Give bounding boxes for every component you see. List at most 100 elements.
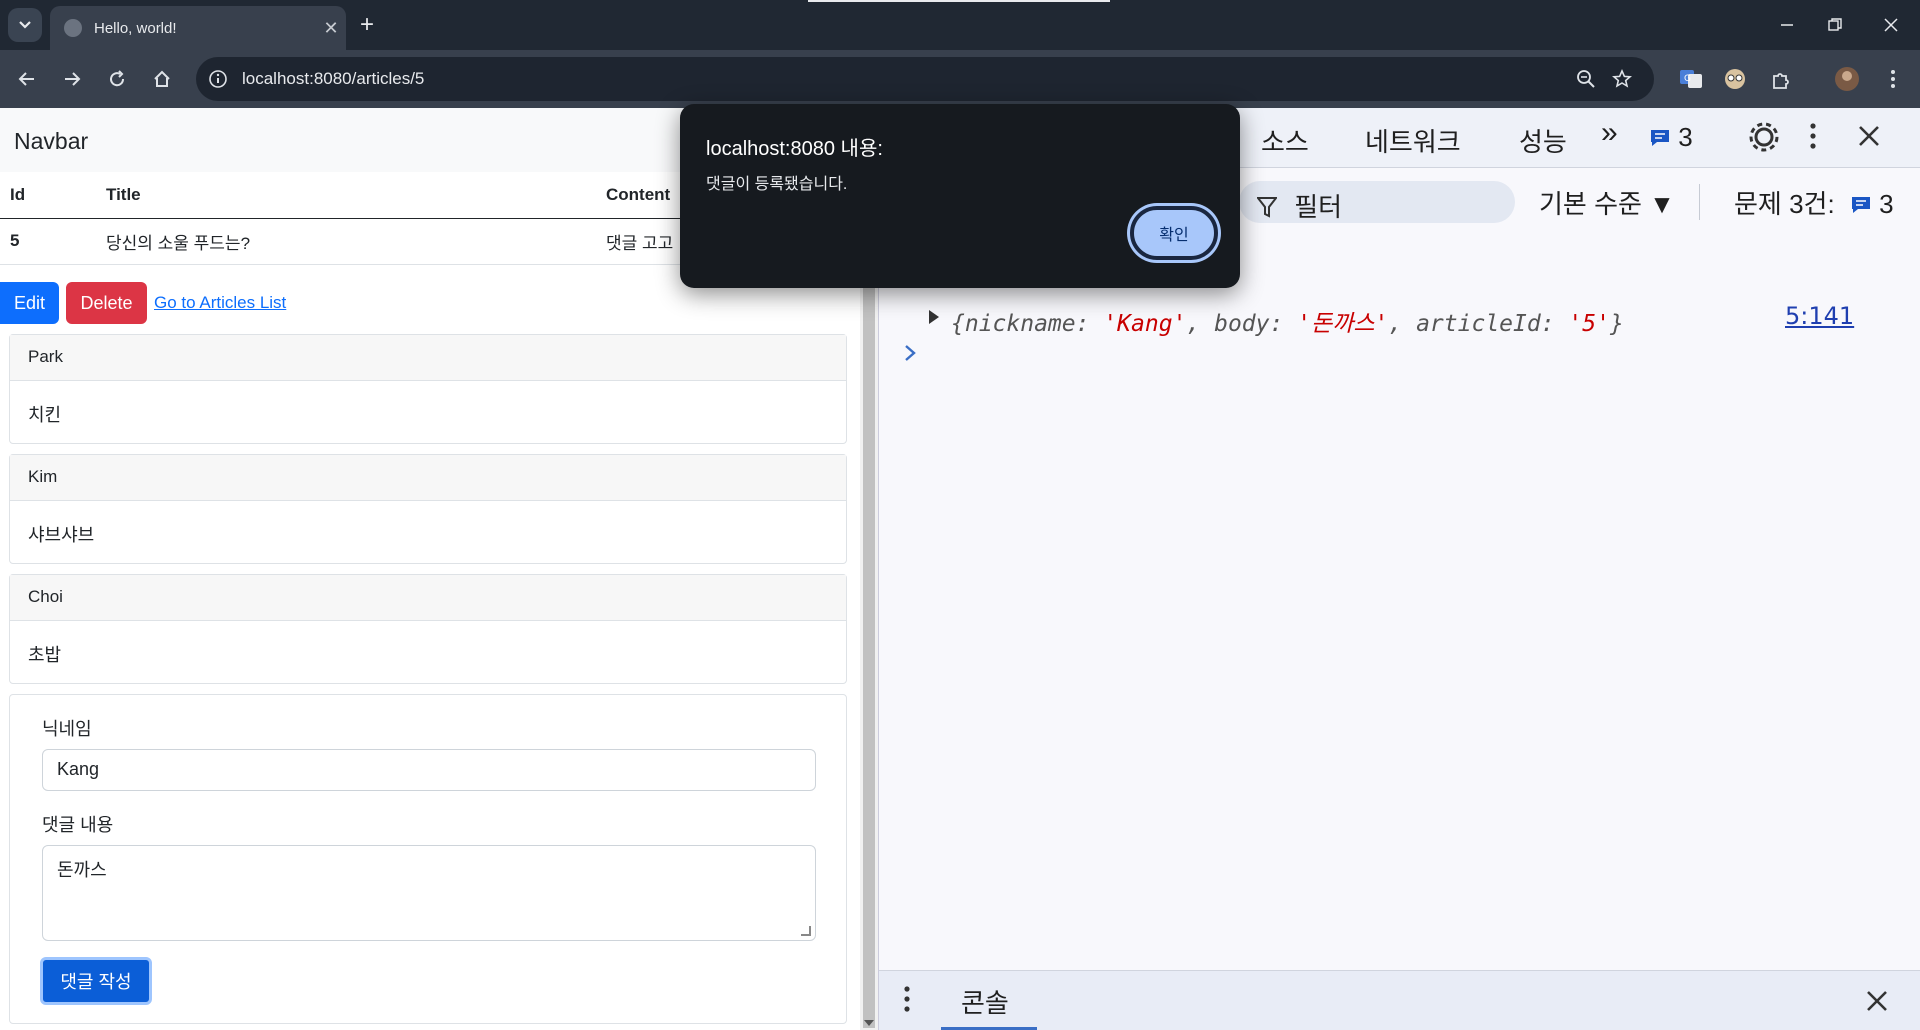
resize-handle-icon[interactable] xyxy=(801,926,811,936)
issues-badge[interactable]: 3 xyxy=(1649,122,1693,153)
log-source-link[interactable]: 5:141 xyxy=(1785,302,1854,330)
issues-text: 문제 3건: xyxy=(1734,189,1835,219)
scroll-down-arrow-icon[interactable] xyxy=(864,1020,874,1026)
scrollbar-thumb[interactable] xyxy=(863,288,875,1028)
svg-text:G: G xyxy=(1684,74,1691,84)
close-devtools-icon[interactable] xyxy=(1857,124,1881,155)
restore-button[interactable] xyxy=(1806,0,1864,50)
tab-title: Hello, world! xyxy=(94,19,177,37)
article-actions: Edit Delete Go to Articles List xyxy=(0,282,860,328)
nickname-input[interactable]: Kang xyxy=(42,749,816,791)
filter-placeholder: 필터 xyxy=(1294,192,1343,222)
drawer-tab-console[interactable]: 콘솔 xyxy=(961,983,1009,1020)
table-header-title: Title xyxy=(96,172,596,219)
comment-body: 초밥 xyxy=(28,645,62,665)
log-nickname-value: 'Kang' xyxy=(1103,311,1187,337)
forward-button[interactable] xyxy=(55,62,89,96)
globe-icon xyxy=(64,19,82,37)
comment-body: 치킨 xyxy=(28,405,62,425)
log-body-value: '돈까스' xyxy=(1297,311,1389,337)
comment-body-textarea[interactable]: 돈까스 xyxy=(42,845,816,941)
tab-search-button[interactable] xyxy=(8,8,42,42)
site-info-icon[interactable] xyxy=(206,67,230,91)
log-suffix: } xyxy=(1609,311,1624,337)
reload-button[interactable] xyxy=(100,62,134,96)
articles-list-link[interactable]: Go to Articles List xyxy=(154,293,286,313)
article-title: 당신의 소울 푸드는? xyxy=(96,218,596,265)
new-tab-button[interactable]: + xyxy=(352,10,382,40)
article-id: 5 xyxy=(0,218,96,265)
submit-comment-button[interactable]: 댓글 작성 xyxy=(40,957,152,1005)
table-header-id: Id xyxy=(0,172,96,219)
browser-toolbar: localhost:8080/articles/5 G xyxy=(0,50,1920,108)
address-bar[interactable]: localhost:8080/articles/5 xyxy=(196,57,1654,101)
alert-dialog: localhost:8080 내용: 댓글이 등록됐습니다. 확인 xyxy=(680,104,1240,288)
arrow-left-icon xyxy=(18,72,34,86)
console-output: {nickname: 'Kang', body: '돈까스', articleI… xyxy=(879,282,1920,962)
comment-nickname: Choi xyxy=(10,575,846,621)
comment-card: Choi 초밥 xyxy=(9,574,847,684)
tab-sources[interactable]: 소스 xyxy=(1261,122,1309,159)
arrow-right-icon xyxy=(65,72,81,86)
reload-icon xyxy=(110,70,125,87)
log-prefix: {nickname: xyxy=(951,311,1104,337)
bookmark-star-icon[interactable] xyxy=(1610,67,1634,91)
comment-card: Park 치킨 xyxy=(9,334,847,444)
log-body-key: , body: xyxy=(1186,311,1298,337)
comment-nickname: Kim xyxy=(10,455,846,501)
comment-nickname: Park xyxy=(10,335,846,381)
home-icon xyxy=(154,70,170,87)
devtools-drawer: 콘솔 xyxy=(879,970,1920,1030)
back-button[interactable] xyxy=(10,62,44,96)
devtools-menu-icon[interactable] xyxy=(1809,122,1817,157)
issues-counter[interactable]: 문제 3건: 3 xyxy=(1734,184,1894,221)
filter-input[interactable]: 필터 xyxy=(1239,181,1515,223)
comment-card: Kim 샤브샤브 xyxy=(9,454,847,564)
log-article-key: , articleId: xyxy=(1388,311,1569,337)
comment-body-value: 돈까스 xyxy=(57,860,107,880)
zoom-icon[interactable] xyxy=(1574,67,1598,91)
issues-count: 3 xyxy=(1879,189,1894,219)
comment-form: 닉네임 Kang 댓글 내용 돈까스 댓글 작성 xyxy=(9,694,847,1024)
nickname-label: 닉네임 xyxy=(42,719,92,739)
restore-icon xyxy=(1828,18,1842,31)
expand-triangle-icon[interactable] xyxy=(927,308,941,331)
extension-avatar-icon[interactable] xyxy=(1718,62,1752,96)
dialog-title: localhost:8080 내용: xyxy=(706,138,883,160)
filter-icon xyxy=(1255,197,1279,218)
dialog-message: 댓글이 등록됐습니다. xyxy=(706,176,848,193)
drawer-menu-icon[interactable] xyxy=(903,985,911,1018)
profile-avatar[interactable] xyxy=(1830,62,1864,96)
extensions-puzzle-icon[interactable] xyxy=(1764,62,1798,96)
delete-button[interactable]: Delete xyxy=(66,282,147,324)
tab-performance[interactable]: 성능 xyxy=(1519,122,1567,159)
translate-extension-icon[interactable]: G xyxy=(1674,62,1708,96)
log-article-value: '5' xyxy=(1568,311,1610,337)
message-icon xyxy=(1851,197,1870,213)
tab-close-icon[interactable]: ✕ xyxy=(316,18,346,39)
log-level-dropdown[interactable]: 기본 수준 ▼ xyxy=(1539,184,1675,221)
window-drag-indicator xyxy=(808,0,1110,2)
issues-badge-count: 3 xyxy=(1678,122,1693,152)
edit-button[interactable]: Edit xyxy=(0,282,59,324)
browser-tab[interactable]: Hello, world! ✕ xyxy=(50,6,346,50)
console-log-entry[interactable]: {nickname: 'Kang', body: '돈까스', articleI… xyxy=(951,304,1624,338)
close-drawer-icon[interactable] xyxy=(1865,989,1889,1018)
message-icon xyxy=(1651,130,1669,146)
comment-body-label: 댓글 내용 xyxy=(42,815,114,835)
home-button[interactable] xyxy=(145,62,179,96)
url-text[interactable]: localhost:8080/articles/5 xyxy=(242,69,424,89)
more-tabs-icon[interactable]: » xyxy=(1601,116,1618,150)
chevron-down-icon xyxy=(19,21,31,29)
close-icon xyxy=(1884,18,1898,32)
toolbar-divider xyxy=(1699,184,1700,220)
browser-menu-icon[interactable] xyxy=(1876,62,1910,96)
tab-network[interactable]: 네트워크 xyxy=(1365,122,1461,159)
close-window-button[interactable] xyxy=(1862,0,1920,50)
console-prompt-icon[interactable] xyxy=(903,342,917,370)
minimize-icon xyxy=(1781,24,1793,26)
tab-strip: Hello, world! ✕ + xyxy=(0,0,1920,50)
dialog-ok-button[interactable]: 확인 xyxy=(1130,206,1218,260)
settings-gear-icon[interactable] xyxy=(1747,120,1781,161)
comment-body: 샤브샤브 xyxy=(28,525,95,545)
